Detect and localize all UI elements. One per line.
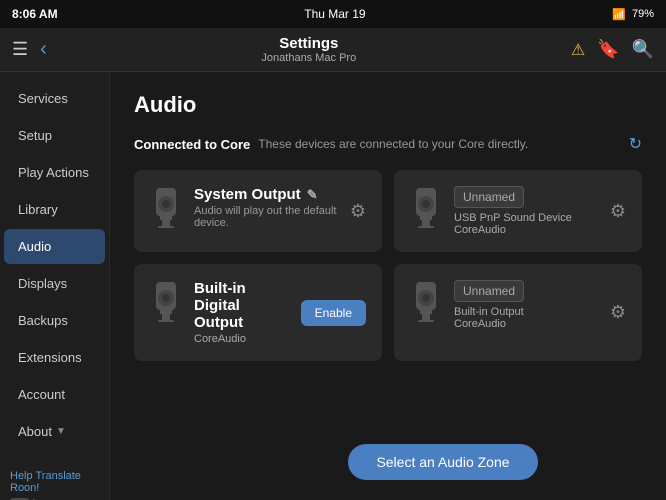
alert-icon[interactable]: ⚠ <box>571 40 585 60</box>
edit-icon[interactable]: ✎ <box>307 187 318 203</box>
main-layout: Services Setup Play Actions Library Audi… <box>0 72 666 500</box>
device-info-builtin-digital: Built-in Digital Output CoreAudio <box>194 280 289 345</box>
device-desc-system-output: Audio will play out the default device. <box>194 205 338 229</box>
device-sub-label-builtin-digital: CoreAudio <box>194 333 289 345</box>
sidebar-item-play-actions[interactable]: Play Actions <box>4 155 105 190</box>
speaker-icon <box>150 186 182 230</box>
status-indicators: 📶 79% <box>612 8 654 21</box>
top-nav: ☰ ‹ Settings Jonathans Mac Pro ⚠ 🔖 🔍 <box>0 28 666 72</box>
bottom-bar: Select an Audio Zone <box>220 444 666 480</box>
bookmark-icon[interactable]: 🔖 <box>597 39 619 60</box>
nav-left: ☰ ‹ <box>12 38 47 61</box>
sidebar-item-backups[interactable]: Backups <box>4 303 105 338</box>
sidebar-item-about[interactable]: About ▼ <box>4 414 105 449</box>
speaker-icon-builtin-output <box>410 280 442 324</box>
status-bar: 8:06 AM Thu Mar 19 📶 79% <box>0 0 666 28</box>
search-icon[interactable]: 🔍 <box>632 39 654 60</box>
status-time: 8:06 AM <box>12 7 58 21</box>
battery-text: 79% <box>632 8 654 20</box>
sidebar-item-account[interactable]: Account <box>4 377 105 412</box>
settings-icon-system-output[interactable]: ⚙ <box>350 201 366 222</box>
sidebar-footer: Help Translate Roon! AD Language English… <box>0 462 109 500</box>
sidebar-item-library[interactable]: Library <box>4 192 105 227</box>
menu-icon[interactable]: ☰ <box>12 39 28 60</box>
device-sub-label-builtin: CoreAudio <box>454 318 598 330</box>
device-info-builtin-output: Unnamed Built-in Output CoreAudio <box>454 280 598 330</box>
refresh-icon[interactable]: ↻ <box>629 134 642 154</box>
enable-button-builtin-digital[interactable]: Enable <box>301 300 366 326</box>
nav-subtitle: Jonathans Mac Pro <box>261 52 356 64</box>
devices-grid: System Output ✎ Audio will play out the … <box>134 170 642 361</box>
device-info-usb-pnp: Unnamed USB PnP Sound Device CoreAudio <box>454 186 598 236</box>
nav-title: Settings <box>261 35 356 52</box>
settings-icon-builtin[interactable]: ⚙ <box>610 302 626 323</box>
connected-section: Connected to Core These devices are conn… <box>134 134 642 154</box>
content-area: Audio Connected to Core These devices ar… <box>110 72 666 500</box>
page-title: Audio <box>134 92 642 118</box>
device-card-usb-pnp: Unnamed USB PnP Sound Device CoreAudio ⚙ <box>394 170 642 252</box>
device-sub-label-usb: CoreAudio <box>454 224 598 236</box>
sidebar-item-audio[interactable]: Audio <box>4 229 105 264</box>
help-translate-link[interactable]: Help Translate Roon! <box>10 470 99 494</box>
sidebar-item-displays[interactable]: Displays <box>4 266 105 301</box>
device-sub-name-builtin: Built-in Output <box>454 306 598 318</box>
sidebar-item-extensions[interactable]: Extensions <box>4 340 105 375</box>
unnamed-label-builtin: Unnamed <box>454 280 524 302</box>
nav-center: Settings Jonathans Mac Pro <box>261 35 356 64</box>
sidebar-item-services[interactable]: Services <box>4 81 105 116</box>
device-sub-name-usb: USB PnP Sound Device <box>454 212 598 224</box>
device-name-builtin-digital: Built-in Digital Output <box>194 280 289 331</box>
wifi-icon: 📶 <box>612 8 626 21</box>
device-info-system-output: System Output ✎ Audio will play out the … <box>194 186 338 229</box>
connected-desc: These devices are connected to your Core… <box>258 137 528 151</box>
status-date: Thu Mar 19 <box>304 7 365 21</box>
connected-label: Connected to Core <box>134 137 250 152</box>
settings-icon-usb[interactable]: ⚙ <box>610 201 626 222</box>
device-name-system-output: System Output ✎ <box>194 186 338 203</box>
nav-right: ⚠ 🔖 🔍 <box>571 39 654 60</box>
sidebar-item-setup[interactable]: Setup <box>4 118 105 153</box>
unnamed-label-usb: Unnamed <box>454 186 524 208</box>
back-icon[interactable]: ‹ <box>40 38 47 61</box>
chevron-down-icon: ▼ <box>56 426 66 437</box>
device-card-builtin-output: Unnamed Built-in Output CoreAudio ⚙ <box>394 264 642 361</box>
select-audio-zone-button[interactable]: Select an Audio Zone <box>348 444 537 480</box>
speaker-icon-usb <box>410 186 442 230</box>
about-expand: About ▼ <box>18 424 91 439</box>
device-card-builtin-digital: Built-in Digital Output CoreAudio Enable <box>134 264 382 361</box>
speaker-icon-builtin-digital <box>150 280 182 324</box>
sidebar: Services Setup Play Actions Library Audi… <box>0 72 110 500</box>
device-card-system-output: System Output ✎ Audio will play out the … <box>134 170 382 252</box>
